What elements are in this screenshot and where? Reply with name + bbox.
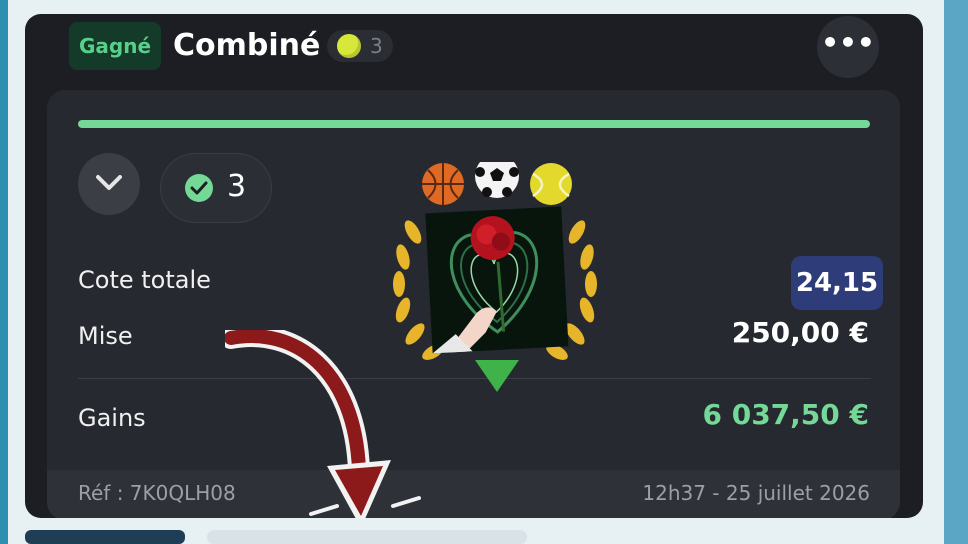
basketball-icon — [422, 163, 464, 205]
bet-progress-bar — [78, 120, 870, 128]
tennis-ball-icon — [530, 163, 572, 205]
green-triangle-icon — [475, 360, 519, 392]
soccer-ball-icon — [475, 162, 519, 198]
left-edge-strip — [0, 0, 8, 544]
bet-datetime: 12h37 - 25 juillet 2026 — [642, 481, 870, 505]
sport-chip: 3 — [327, 30, 393, 62]
rose-photo — [425, 206, 569, 354]
bet-footer: Réf : 7K0QLH08 12h37 - 25 juillet 2026 — [47, 470, 900, 518]
check-icon — [185, 174, 213, 202]
won-selections-pill: 3 — [160, 153, 272, 223]
expand-selections-button[interactable] — [78, 153, 140, 215]
gains-value: 6 037,50 € — [702, 398, 869, 431]
odds-value: 24,15 — [791, 256, 883, 310]
bet-type-title: Combiné — [173, 28, 321, 63]
sport-count: 3 — [370, 34, 383, 58]
odds-label: Cote totale — [78, 266, 211, 294]
gains-label: Gains — [78, 404, 146, 432]
red-arrow-doodle — [225, 330, 421, 518]
more-options-button[interactable]: ••• — [817, 16, 879, 78]
right-edge-strip — [944, 0, 968, 544]
filter-pill-peek — [207, 530, 527, 544]
chevron-down-icon — [96, 175, 122, 190]
status-badge: Gagné — [69, 22, 162, 70]
won-selections-count: 3 — [227, 169, 247, 204]
next-section-peek — [25, 524, 923, 544]
bet-card: Gagné Combiné 3 ••• 3 Cote totale 24,15 … — [25, 14, 923, 518]
bet-reference: Réf : 7K0QLH08 — [78, 481, 236, 505]
bet-header: Gagné Combiné 3 ••• — [25, 14, 923, 84]
tennis-ball-icon — [337, 34, 361, 58]
stake-value: 250,00 € — [731, 316, 869, 349]
stake-label: Mise — [78, 322, 133, 350]
section-heading-peek — [25, 530, 185, 544]
